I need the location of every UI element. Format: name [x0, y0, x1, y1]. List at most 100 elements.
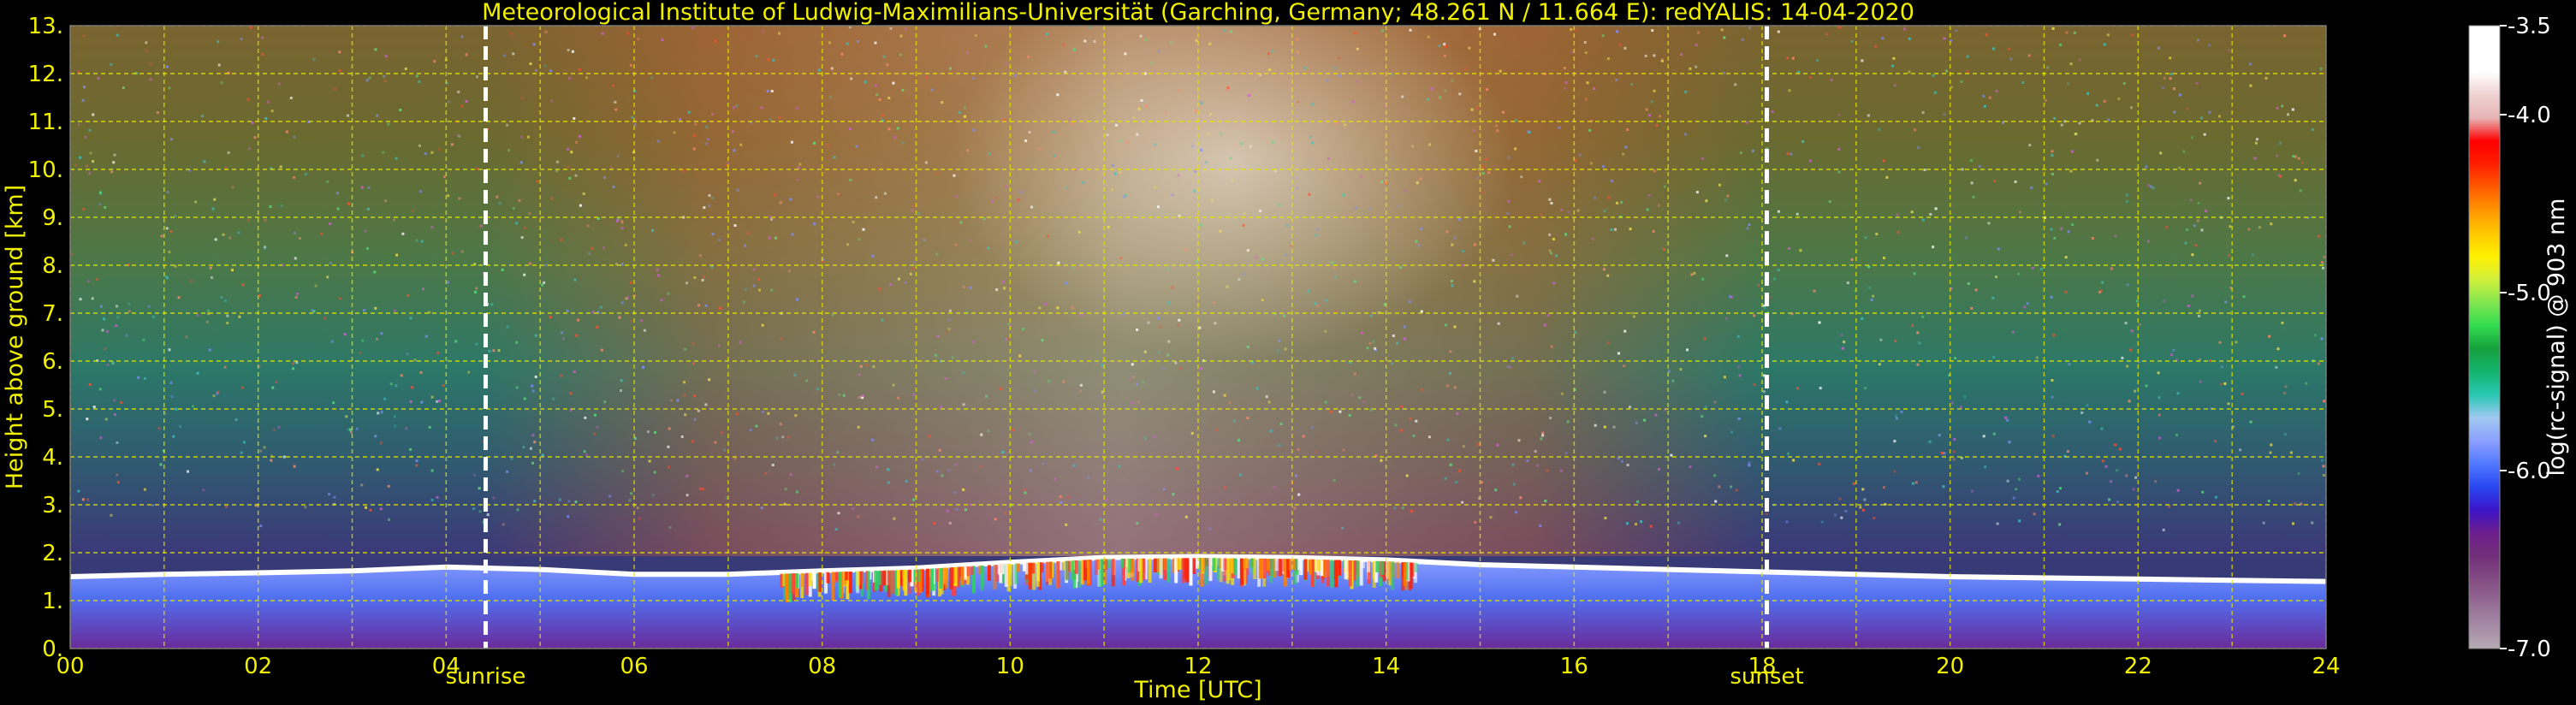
noise-speck [1509, 365, 1512, 369]
noise-speck [1411, 145, 1414, 148]
noise-speck [1294, 474, 1297, 477]
noise-speck [2125, 474, 2128, 477]
noise-speck [656, 274, 660, 277]
aerosol-streak [1184, 558, 1188, 579]
noise-speck [1005, 185, 1008, 188]
noise-speck [409, 317, 413, 320]
noise-speck [1588, 128, 1592, 132]
noise-speck [987, 430, 990, 433]
noise-speck [282, 455, 286, 459]
aerosol-streak [856, 571, 860, 586]
noise-speck [567, 147, 570, 151]
noise-speck [2199, 116, 2203, 120]
noise-speck [871, 254, 875, 258]
noise-speck [280, 204, 283, 207]
noise-speck [531, 434, 535, 437]
noise-speck [925, 76, 929, 80]
noise-speck [1649, 524, 1653, 528]
noise-speck [846, 42, 849, 45]
noise-speck [1333, 266, 1336, 270]
noise-speck [532, 43, 536, 46]
noise-speck [697, 304, 701, 307]
noise-speck [2114, 234, 2117, 238]
aerosol-streak [1367, 560, 1371, 572]
noise-speck [579, 204, 582, 207]
noise-speck [1541, 434, 1545, 437]
noise-speck [1705, 199, 1708, 203]
noise-speck [2191, 253, 2194, 257]
noise-speck [842, 394, 846, 397]
noise-speck [393, 415, 396, 418]
noise-speck [2300, 161, 2304, 164]
noise-speck [261, 36, 264, 39]
noise-speck [1867, 114, 1870, 117]
noise-speck [901, 141, 905, 145]
noise-speck [137, 376, 140, 379]
noise-speck [1813, 289, 1816, 293]
noise-speck [1991, 297, 1995, 299]
noise-speck [1131, 401, 1134, 405]
noise-speck [2134, 389, 2137, 393]
colorbar-tick-label: -4.0 [2508, 103, 2551, 128]
noise-speck [1932, 74, 1935, 77]
noise-speck [1612, 425, 1616, 429]
aerosol-streak [1386, 561, 1391, 581]
noise-speck [767, 412, 770, 415]
noise-speck [104, 347, 107, 351]
noise-speck [1062, 44, 1065, 47]
noise-speck [560, 238, 563, 241]
noise-speck [157, 427, 161, 430]
noise-speck [720, 431, 723, 435]
chart-title: Meteorological Institute of Ludwig-Maxim… [482, 0, 1914, 26]
noise-speck [1953, 438, 1956, 441]
noise-speck [478, 510, 482, 513]
noise-speck [778, 116, 781, 120]
noise-speck [1788, 89, 1791, 92]
noise-speck [1165, 111, 1167, 115]
noise-speck [2199, 380, 2202, 383]
noise-speck [864, 80, 867, 84]
noise-speck [2276, 154, 2279, 157]
noise-speck [326, 275, 329, 279]
noise-speck [1882, 159, 1885, 163]
noise-speck [711, 197, 714, 200]
noise-speck [618, 316, 621, 319]
noise-speck [620, 227, 624, 230]
noise-speck [1057, 261, 1060, 264]
noise-speck [1190, 431, 1194, 435]
aerosol-streak [1189, 558, 1193, 586]
noise-speck [169, 138, 173, 141]
noise-speck [1828, 200, 1831, 203]
noise-speck [535, 69, 537, 72]
noise-speck [1303, 67, 1307, 70]
noise-speck [2073, 31, 2076, 34]
noise-speck [1863, 498, 1867, 501]
noise-speck [2134, 476, 2138, 479]
noise-speck [1653, 89, 1656, 92]
noise-speck [735, 412, 739, 416]
noise-speck [2184, 241, 2187, 245]
noise-speck [2103, 43, 2106, 46]
noise-speck [1970, 181, 1974, 185]
noise-speck [343, 333, 347, 336]
noise-speck [2227, 402, 2230, 406]
noise-speck [1210, 198, 1214, 202]
noise-speck [2023, 305, 2027, 309]
noise-speck [1883, 257, 1885, 259]
noise-speck [1033, 370, 1036, 374]
noise-speck [1259, 210, 1262, 213]
noise-speck [1249, 145, 1252, 148]
noise-speck [1453, 386, 1457, 389]
noise-speck [304, 506, 307, 509]
noise-speck [1427, 435, 1431, 439]
noise-speck [861, 394, 864, 397]
noise-speck [1105, 498, 1108, 501]
noise-speck [2314, 334, 2317, 337]
noise-speck [240, 38, 243, 40]
noise-speck [1172, 493, 1175, 496]
noise-speck [599, 305, 602, 309]
noise-speck [86, 498, 90, 501]
noise-speck [923, 239, 926, 242]
noise-speck [972, 341, 976, 344]
noise-speck [788, 270, 791, 273]
